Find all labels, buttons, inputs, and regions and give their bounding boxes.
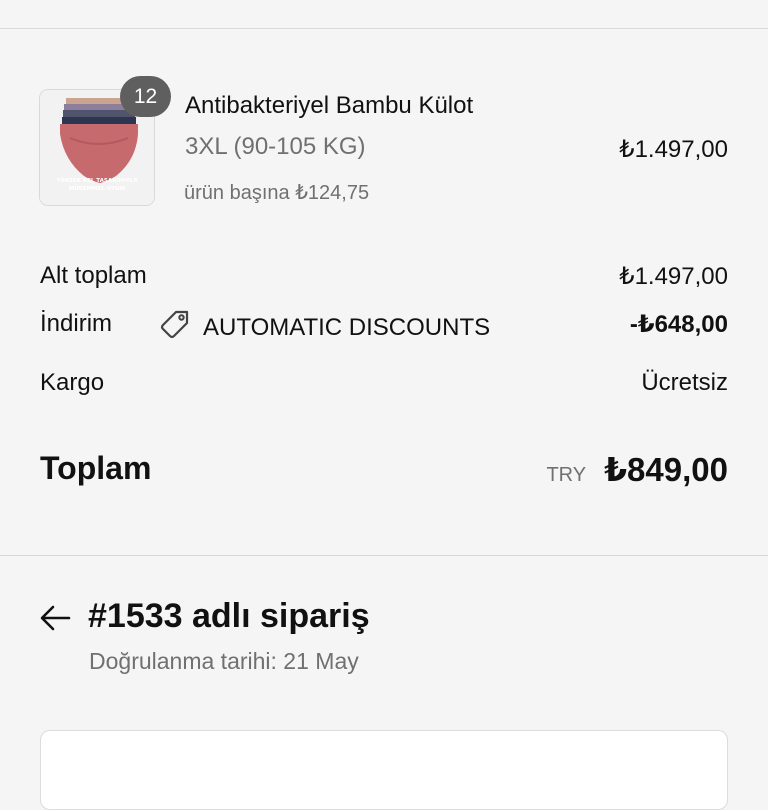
unit-price: ürün başına ₺124,75 [184,182,370,204]
discount-value: -₺648,00 [629,311,728,338]
image-caption-line1: YÜKSEK BEL TASARIMIYLA [55,177,138,184]
top-divider [0,28,768,29]
back-button[interactable] [38,603,72,637]
line-item-price: ₺1.497,00 [619,136,728,163]
product-variant: 3XL (90-105 KG) [185,133,366,160]
action-card[interactable] [40,730,728,810]
arrow-left-icon [39,604,71,637]
total-currency: TRY [546,464,587,486]
shipping-value: Ücretsiz [641,369,728,396]
discount-label: İndirim [40,310,113,337]
order-title: #1533 adlı sipariş [88,597,370,635]
total: TRY ₺849,00 [546,450,728,489]
section-divider [0,555,768,556]
shipping-label: Kargo [40,369,105,396]
total-amount: ₺849,00 [604,451,728,488]
product-name: Antibakteriyel Bambu Külot [185,92,474,119]
quantity-badge: 12 [120,76,171,117]
subtotal-label: Alt toplam [40,262,147,289]
image-caption-line2: MÜKEMMEL UYUM [69,185,125,192]
total-label: Toplam [40,450,152,486]
subtotal-value: ₺1.497,00 [619,263,728,290]
discount-code-label: AUTOMATIC DISCOUNTS [203,313,491,341]
tag-icon [159,309,191,346]
order-confirmation-date: Doğrulanma tarihi: 21 May [89,648,359,674]
discount-code: AUTOMATIC DISCOUNTS [159,309,490,346]
